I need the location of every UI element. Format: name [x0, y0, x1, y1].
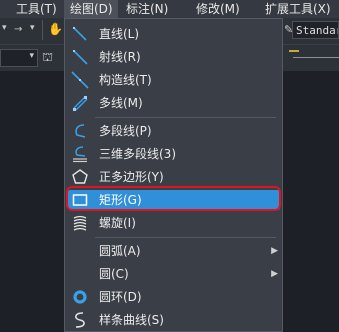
menu-item-construction-line[interactable]: 构造线(T): [65, 69, 282, 91]
lineweight-preview: [293, 57, 339, 58]
layer-select[interactable]: ▾: [0, 49, 38, 67]
menu-item-rectangle[interactable]: 矩形(G): [65, 189, 282, 211]
menu-separator: [95, 117, 276, 118]
menu-item-spline[interactable]: 样条曲线(S): [65, 309, 282, 331]
menu-draw[interactable]: 绘图(D): [64, 0, 118, 18]
menu-item-label: 矩形(G): [99, 193, 142, 207]
menu-item-label: 直线(L): [99, 27, 140, 41]
menu-item-label: 样条曲线(S): [99, 313, 164, 327]
rectangle-icon: [72, 194, 88, 206]
menu-item-label: 多段线(P): [99, 124, 152, 138]
menu-item-donut[interactable]: 圆环(D): [65, 286, 282, 308]
3d-polyline-icon: [73, 146, 87, 163]
draw-menu-dropdown: 直线(L) 射线(R) 构造线(T) 多线(M) 多段线(P) 三维多段线(3)…: [64, 18, 283, 332]
menu-item-label: 射线(R): [99, 50, 141, 64]
back-arrow-icon[interactable]: →: [14, 24, 22, 35]
menu-extension-tools[interactable]: 扩展工具(X): [265, 0, 331, 18]
menu-item-label: 螺旋(I): [99, 216, 136, 230]
construction-line-icon: [71, 71, 89, 89]
spline-icon: [75, 312, 85, 328]
dropdown-arrow-icon[interactable]: ▾: [30, 23, 35, 33]
toolbar-divider: [42, 20, 43, 40]
menu-item-label: 圆弧(A): [99, 244, 141, 258]
menu-dimension[interactable]: 标注(N): [126, 0, 168, 18]
color-swatch: [289, 50, 299, 52]
menu-item-line[interactable]: 直线(L): [65, 23, 282, 45]
dropdown-arrow-icon: ▾: [29, 51, 34, 61]
multiline-icon: [73, 96, 88, 111]
menu-item-polyline[interactable]: 多段线(P): [65, 120, 282, 142]
menu-separator: [95, 237, 276, 238]
menu-item-multiline[interactable]: 多线(M): [65, 92, 282, 114]
menu-item-ray[interactable]: 射线(R): [65, 46, 282, 68]
helix-icon: [73, 215, 87, 231]
menu-item-label: 正多边形(Y): [99, 170, 164, 184]
submenu-arrow-icon: ▶: [271, 269, 278, 279]
menu-item-helix[interactable]: 螺旋(I): [65, 212, 282, 234]
menu-item-arc[interactable]: 圆弧(A) ▶: [65, 240, 282, 262]
layer-properties-icon[interactable]: ⛫: [42, 50, 53, 66]
polygon-icon: [72, 169, 88, 184]
donut-icon: [73, 290, 87, 304]
menu-item-label: 圆(C): [99, 267, 129, 281]
menu-tools[interactable]: 工具(T): [16, 0, 57, 18]
menu-item-label: 三维多段线(3): [99, 147, 176, 161]
menu-item-label: 构造线(T): [99, 73, 152, 87]
menu-item-label: 多线(M): [99, 96, 143, 110]
polyline-icon: [75, 124, 86, 138]
menu-item-label: 圆环(D): [99, 290, 142, 304]
menu-bar: 工具(T) 绘图(D) 标注(N) 修改(M) 扩展工具(X): [0, 0, 339, 18]
submenu-arrow-icon: ▶: [271, 246, 278, 256]
menu-item-polygon[interactable]: 正多边形(Y): [65, 166, 282, 188]
dropdown-arrow-icon[interactable]: ▾: [2, 23, 7, 33]
text-style-select[interactable]: Standar: [292, 21, 339, 39]
line-icon: [73, 27, 87, 41]
pan-hand-icon[interactable]: ✋: [48, 22, 63, 36]
menu-item-3d-polyline[interactable]: 三维多段线(3): [65, 143, 282, 165]
ray-icon: [73, 50, 88, 65]
menu-modify[interactable]: 修改(M): [196, 0, 240, 18]
menu-item-circle[interactable]: 圆(C) ▶: [65, 263, 282, 285]
